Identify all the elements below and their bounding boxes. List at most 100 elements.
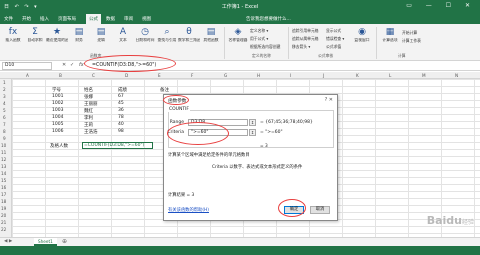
row-header[interactable]: 13 [1, 164, 6, 169]
calculate-now[interactable]: 开始计算 [402, 30, 417, 36]
summary-formula-cell[interactable]: =COUNTIF(D3:D8,">=60") [84, 143, 144, 148]
table-cell[interactable]: 1003 [52, 108, 63, 113]
financial-button[interactable]: ▤ 财务 [68, 26, 90, 52]
tab-data[interactable]: 数据 [106, 16, 115, 22]
table-cell[interactable]: 1001 [52, 94, 63, 99]
table-cell[interactable]: 张娜 [84, 94, 93, 100]
column-header[interactable]: N [455, 73, 458, 78]
row-header[interactable]: 15 [1, 178, 6, 183]
row-header[interactable]: 8 [3, 129, 6, 134]
column-header[interactable]: J [323, 73, 324, 78]
column-header[interactable]: F [191, 73, 193, 78]
define-name-menu[interactable]: 定义名称 ▾ [250, 28, 268, 34]
insert-function-button[interactable]: fx 插入函数 [2, 26, 24, 52]
close-icon[interactable]: ? ✕ [325, 97, 333, 103]
table-cell[interactable]: 1006 [52, 129, 63, 134]
summary-label-cell[interactable]: 及格人数 [50, 143, 68, 149]
tab-file[interactable]: 文件 [4, 16, 13, 22]
lookup-reference-button[interactable]: ⌕ 查找与引用 [156, 26, 178, 52]
row-header[interactable]: 21 [1, 220, 6, 225]
table-cell[interactable]: 1004 [52, 115, 63, 120]
row-header[interactable]: 16 [1, 185, 6, 190]
range-collapse-icon[interactable]: ↥ [249, 119, 256, 126]
row-header[interactable]: 7 [3, 122, 6, 127]
table-cell[interactable]: 36 [118, 108, 124, 113]
row-header[interactable]: 17 [1, 192, 6, 197]
column-header[interactable]: A [26, 73, 29, 78]
column-header[interactable]: G [224, 73, 227, 78]
row-header[interactable]: 19 [1, 206, 6, 211]
column-header[interactable]: B [59, 73, 62, 78]
error-checking[interactable]: 错误检查 ▾ [326, 36, 344, 42]
header-cell-name[interactable]: 姓名 [84, 87, 93, 93]
row-header[interactable]: 22 [1, 227, 6, 232]
column-header[interactable]: D [125, 73, 128, 78]
row-header[interactable]: 10 [1, 143, 6, 148]
header-cell-note[interactable]: 备注 [160, 87, 169, 93]
math-trig-button[interactable]: θ 数学和三角函数 [178, 26, 200, 52]
column-header[interactable]: E [158, 73, 161, 78]
function-help-link[interactable]: 有关该函数的帮助(H) [168, 207, 209, 213]
logical-button[interactable]: ▤ 逻辑 [90, 26, 112, 52]
table-cell[interactable]: 1005 [52, 122, 63, 127]
row-header[interactable]: 12 [1, 157, 6, 162]
column-header[interactable]: M [422, 73, 426, 78]
row-header[interactable]: 6 [3, 115, 6, 120]
more-functions-button[interactable]: ▤ 其他函数 [200, 26, 222, 52]
text-button[interactable]: A 文本 [112, 26, 134, 52]
sheet-nav-icon[interactable]: ◀ ▶ [4, 239, 12, 244]
trace-precedents[interactable]: 追踪引用单元格 [292, 28, 319, 34]
add-sheet-icon[interactable]: ⊕ [62, 238, 67, 245]
tab-view[interactable]: 视图 [142, 16, 151, 22]
row-header[interactable]: 4 [3, 101, 6, 106]
header-cell-score[interactable]: 成绩 [118, 87, 127, 93]
table-cell[interactable]: 67 [118, 94, 124, 99]
watch-window-button[interactable]: ◉ 监视窗口 [352, 26, 372, 52]
remove-arrows[interactable]: 移去箭头 ▾ [292, 44, 310, 50]
tab-home[interactable]: 开始 [22, 16, 31, 22]
row-header[interactable]: 9 [3, 136, 6, 141]
name-box[interactable]: D10 [2, 62, 52, 70]
column-header[interactable]: L [389, 73, 391, 78]
table-cell[interactable]: 98 [118, 129, 124, 134]
tab-review[interactable]: 审阅 [124, 16, 133, 22]
create-from-selection[interactable]: 根据所选内容创建 [250, 44, 280, 50]
table-cell[interactable]: 1002 [52, 101, 63, 106]
column-header[interactable]: H [257, 73, 260, 78]
tab-page-layout[interactable]: 页面布局 [58, 16, 76, 22]
row-header[interactable]: 14 [1, 171, 6, 176]
cancel-button[interactable]: 取消 [310, 206, 330, 214]
autosum-button[interactable]: Σ 自动求和 [24, 26, 46, 52]
header-cell-id[interactable]: 学号 [52, 87, 61, 93]
calculation-options-button[interactable]: ▦ 计算选项 [380, 26, 400, 52]
row-header[interactable]: 18 [1, 199, 6, 204]
column-header[interactable]: C [92, 73, 95, 78]
row-header[interactable]: 2 [3, 87, 6, 92]
table-cell[interactable]: 王丽丽 [84, 101, 98, 107]
trace-dependents[interactable]: 追踪从属单元格 [292, 36, 319, 42]
table-cell[interactable]: 王莉 [84, 122, 93, 128]
criteria-collapse-icon[interactable]: ↥ [249, 129, 256, 136]
tab-insert[interactable]: 插入 [40, 16, 49, 22]
column-header[interactable]: K [356, 73, 359, 78]
tell-me-search[interactable]: 告诉我您想要做什么... [246, 16, 291, 22]
table-cell[interactable]: 魏红 [84, 108, 93, 114]
row-header[interactable]: 5 [3, 108, 6, 113]
sheet-tab[interactable]: Sheet1 [34, 238, 57, 246]
row-header[interactable]: 20 [1, 213, 6, 218]
column-header[interactable]: I [290, 73, 291, 78]
cancel-icon[interactable]: ✕ [62, 62, 66, 68]
row-header[interactable]: 11 [1, 150, 6, 155]
table-cell[interactable]: 45 [118, 101, 124, 106]
table-cell[interactable]: 王浩浩 [84, 129, 98, 135]
evaluate-formula[interactable]: 公式求值 [326, 44, 341, 50]
window-controls[interactable]: ▭ — ☐ ✕ [406, 2, 476, 9]
recent-functions-button[interactable]: ★ 最近使用的函数 [46, 26, 68, 52]
table-cell[interactable]: 78 [118, 115, 124, 120]
show-formulas[interactable]: 显示公式 [326, 28, 341, 34]
row-header[interactable]: 3 [3, 94, 6, 99]
calculate-sheet[interactable]: 计算工作表 [402, 38, 421, 44]
table-cell[interactable]: 40 [118, 122, 124, 127]
tab-formulas[interactable]: 公式 [86, 14, 101, 24]
use-in-formula-menu[interactable]: 用于公式 ▾ [250, 36, 268, 42]
